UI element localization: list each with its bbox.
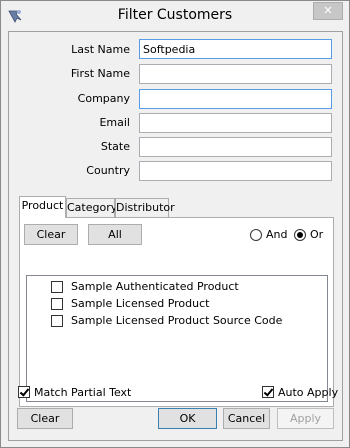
product-all-button[interactable]: All: [88, 224, 142, 245]
email-input[interactable]: [139, 113, 332, 133]
match-partial-checkbox[interactable]: [18, 386, 30, 398]
email-label: Email: [99, 116, 130, 129]
first-name-input[interactable]: [139, 64, 332, 84]
last-name-input[interactable]: [139, 39, 332, 59]
state-label: State: [100, 140, 130, 153]
product-label: Sample Licensed Product Source Code: [71, 314, 283, 327]
and-radio-label: And: [266, 228, 288, 241]
close-button[interactable]: ✕: [313, 2, 343, 20]
company-label: Company: [77, 92, 130, 105]
product-label: Sample Authenticated Product: [71, 280, 239, 293]
tab-category[interactable]: Category: [66, 198, 117, 217]
tab-distributor[interactable]: Distributor: [115, 198, 175, 217]
tab-product[interactable]: Product: [19, 196, 66, 218]
dialog-body: Last Name First Name Company Email State…: [8, 31, 343, 441]
clear-button[interactable]: Clear: [17, 408, 73, 429]
product-list[interactable]: Sample Authenticated Product Sample Lice…: [26, 275, 328, 402]
close-icon: ✕: [323, 4, 333, 17]
or-radio[interactable]: [294, 229, 306, 241]
first-name-label: First Name: [70, 67, 130, 80]
product-checkbox[interactable]: [51, 281, 63, 293]
auto-apply-checkbox[interactable]: [262, 386, 274, 398]
country-input[interactable]: [139, 161, 332, 181]
state-input[interactable]: [139, 137, 332, 157]
product-label: Sample Licensed Product: [71, 297, 210, 310]
title-bar[interactable]: Filter Customers ✕: [1, 1, 349, 31]
apply-button[interactable]: Apply: [277, 408, 334, 429]
window-title: Filter Customers: [117, 7, 233, 23]
product-tab-panel: Clear All And Or Sample Authenticated Pr…: [19, 217, 334, 407]
match-partial-option[interactable]: Match Partial Text: [18, 386, 138, 400]
ok-button[interactable]: OK: [158, 408, 217, 429]
company-input[interactable]: [139, 89, 332, 109]
auto-apply-option[interactable]: Auto Apply: [262, 386, 342, 400]
auto-apply-label: Auto Apply: [278, 386, 339, 399]
last-name-label: Last Name: [71, 43, 130, 56]
or-radio-label: Or: [310, 228, 324, 241]
product-clear-button[interactable]: Clear: [24, 224, 78, 245]
product-checkbox[interactable]: [51, 315, 63, 327]
country-label: Country: [86, 164, 130, 177]
and-radio[interactable]: [250, 229, 262, 241]
cancel-button[interactable]: Cancel: [223, 408, 270, 429]
match-partial-label: Match Partial Text: [34, 386, 132, 399]
radio-selected-dot: [297, 232, 303, 238]
product-checkbox[interactable]: [51, 298, 63, 310]
filter-customers-window: Filter Customers ✕ Last Name First Name …: [0, 0, 350, 448]
